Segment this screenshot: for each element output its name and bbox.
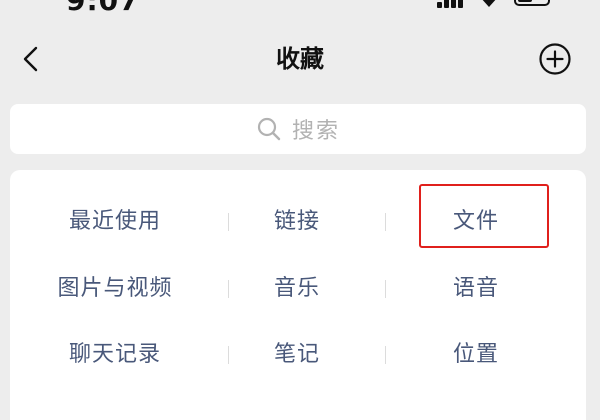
search-content: 搜索	[10, 104, 586, 154]
column-divider	[385, 346, 386, 364]
category-files[interactable]: 文件	[391, 202, 561, 242]
column-divider	[385, 280, 386, 298]
column-divider	[385, 213, 386, 231]
search-placeholder: 搜索	[291, 119, 340, 144]
category-links[interactable]: 链接	[212, 202, 382, 242]
category-chat-history[interactable]: 聊天记录	[30, 335, 200, 375]
wifi-icon	[482, 0, 496, 7]
category-images-videos[interactable]: 图片与视频	[30, 269, 200, 309]
add-button[interactable]	[538, 42, 572, 76]
category-notes[interactable]: 笔记	[212, 335, 382, 375]
category-location[interactable]: 位置	[391, 335, 561, 375]
category-music[interactable]: 音乐	[212, 269, 382, 309]
battery-icon	[514, 0, 550, 6]
favorites-screen: 9:07 收藏 搜索 最近使用 链接 文件 图片与视频 音乐 语音 聊天记录 笔…	[0, 0, 600, 420]
category-card: 最近使用 链接 文件 图片与视频 音乐 语音 聊天记录 笔记 位置	[10, 170, 586, 420]
category-recent[interactable]: 最近使用	[30, 202, 200, 242]
search-bar[interactable]: 搜索	[10, 104, 586, 154]
page-title: 收藏	[276, 45, 324, 73]
signal-icon	[437, 0, 467, 8]
status-time: 9:07	[66, 0, 140, 17]
plus-circle-icon	[539, 43, 571, 75]
search-icon	[257, 117, 281, 141]
category-voice[interactable]: 语音	[391, 269, 561, 309]
